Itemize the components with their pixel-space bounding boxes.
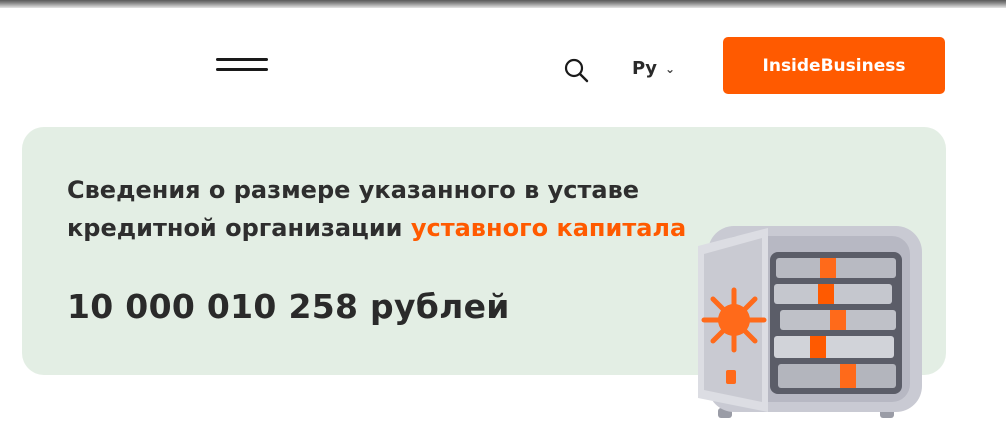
hamburger-menu-icon[interactable] bbox=[216, 56, 270, 78]
language-label: Ру bbox=[632, 57, 657, 79]
language-selector[interactable]: Ру ⌄ bbox=[632, 55, 675, 81]
inside-business-button-label: InsideBusiness bbox=[762, 55, 906, 76]
search-icon[interactable] bbox=[562, 56, 590, 84]
inside-business-button[interactable]: InsideBusiness bbox=[723, 37, 945, 94]
window-top-edge bbox=[0, 0, 1006, 8]
safe-with-money-icon bbox=[698, 226, 922, 418]
charter-capital-amount: 10 000 010 258 рублей bbox=[67, 287, 510, 326]
chevron-down-icon: ⌄ bbox=[664, 62, 675, 76]
site-header: Ру ⌄ InsideBusiness bbox=[0, 8, 1006, 118]
card-headline: Сведения о размере указанного в уставе к… bbox=[67, 171, 707, 247]
card-headline-accent: уставного капитала bbox=[410, 214, 687, 242]
